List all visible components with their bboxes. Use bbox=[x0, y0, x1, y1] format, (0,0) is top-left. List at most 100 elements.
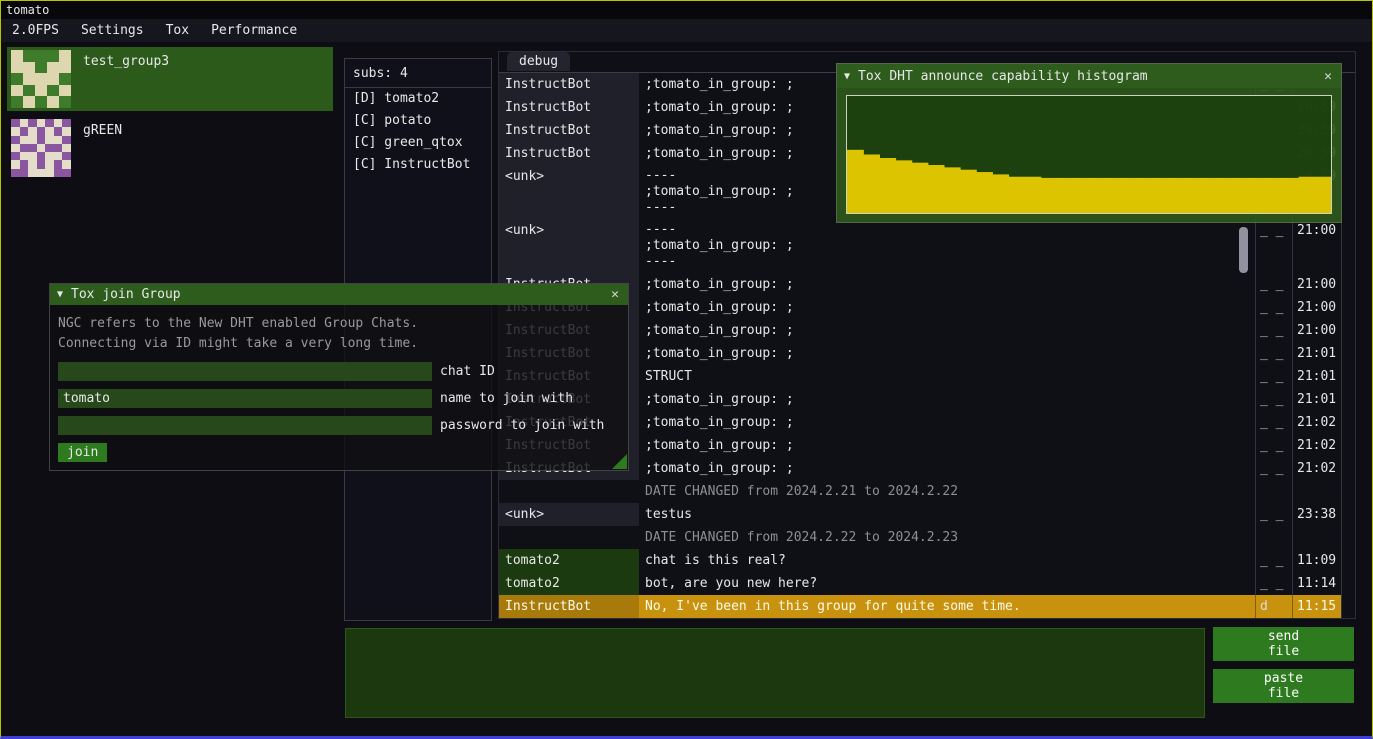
group-avatar bbox=[11, 50, 71, 108]
tab-debug[interactable]: debug bbox=[507, 52, 570, 71]
menu-item-performance[interactable]: Performance bbox=[200, 19, 308, 42]
menu-item-settings[interactable]: Settings bbox=[70, 19, 155, 42]
member-item[interactable]: [D] tomato2 bbox=[345, 88, 491, 110]
field-label: chat ID bbox=[440, 364, 495, 379]
message-row[interactable]: tomato2chat is this real?_ _11:09 bbox=[499, 549, 1341, 572]
message-text: chat is this real? bbox=[639, 549, 1255, 572]
close-icon[interactable]: ✕ bbox=[1322, 69, 1334, 84]
message-author: tomato2 bbox=[499, 549, 639, 572]
collapse-icon[interactable]: ▼ bbox=[844, 71, 850, 82]
message-author: <unk> bbox=[499, 165, 639, 219]
message-time: 11:09 bbox=[1292, 549, 1341, 572]
histogram-window-titlebar[interactable]: ▼ Tox DHT announce capability histogram … bbox=[837, 64, 1341, 88]
histogram-window-title: Tox DHT announce capability histogram bbox=[858, 69, 1322, 84]
message-time: 21:02 bbox=[1292, 411, 1341, 434]
message-author: InstructBot bbox=[499, 119, 639, 142]
join-button[interactable]: join bbox=[58, 443, 107, 462]
message-status: _ _ bbox=[1255, 411, 1292, 434]
join-info-line: NGC refers to the New DHT enabled Group … bbox=[58, 314, 620, 334]
message-status: _ _ bbox=[1255, 365, 1292, 388]
message-time: 21:02 bbox=[1292, 457, 1341, 480]
message-time: 21:00 bbox=[1292, 273, 1341, 296]
message-time: 21:00 bbox=[1292, 219, 1341, 273]
message-status: _ _ bbox=[1255, 273, 1292, 296]
message-text: No, I've been in this group for quite so… bbox=[639, 595, 1255, 618]
subs-header: subs: 4 bbox=[345, 59, 491, 87]
message-text: ;tomato_in_group: ; bbox=[639, 457, 1255, 480]
menu-bar: 2.0FPSSettingsToxPerformance bbox=[1, 19, 1372, 42]
message-time: 21:01 bbox=[1292, 342, 1341, 365]
message-status: _ _ bbox=[1255, 342, 1292, 365]
group-list: test_group3 gREEN bbox=[7, 47, 333, 185]
message-status: d bbox=[1255, 595, 1292, 618]
message-author: InstructBot bbox=[499, 595, 639, 618]
window-titlebar: tomato bbox=[1, 1, 1372, 19]
message-author: <unk> bbox=[499, 219, 639, 273]
message-row[interactable]: <unk>testus_ _23:38 bbox=[499, 503, 1341, 526]
chat-scrollbar-thumb[interactable] bbox=[1239, 227, 1248, 273]
date-separator-row[interactable]: DATE CHANGED from 2024.2.22 to 2024.2.23 bbox=[499, 526, 1341, 549]
message-author bbox=[499, 526, 639, 549]
message-status bbox=[1255, 526, 1292, 549]
message-text: ;tomato_in_group: ; bbox=[639, 434, 1255, 457]
histogram-plot bbox=[846, 95, 1332, 214]
message-input[interactable] bbox=[345, 628, 1205, 718]
message-row[interactable]: InstructBotNo, I've been in this group f… bbox=[499, 595, 1341, 618]
message-status bbox=[1255, 480, 1292, 503]
message-text: ;tomato_in_group: ; bbox=[639, 388, 1255, 411]
join-window-titlebar[interactable]: ▼ Tox join Group ✕ bbox=[50, 284, 628, 305]
paste-file-button[interactable]: paste file bbox=[1213, 669, 1354, 703]
message-time: 21:00 bbox=[1292, 319, 1341, 342]
message-time bbox=[1292, 480, 1341, 503]
message-time bbox=[1292, 526, 1341, 549]
join-field-row: name to join with bbox=[58, 389, 620, 408]
group-name: gREEN bbox=[83, 123, 122, 138]
date-separator-row[interactable]: DATE CHANGED from 2024.2.21 to 2024.2.22 bbox=[499, 480, 1341, 503]
group-item-test_group3[interactable]: test_group3 bbox=[7, 47, 333, 111]
join-field-row: chat ID bbox=[58, 362, 620, 381]
message-author: InstructBot bbox=[499, 73, 639, 96]
menu-item-tox[interactable]: Tox bbox=[155, 19, 200, 42]
group-item-gREEN[interactable]: gREEN bbox=[7, 116, 333, 180]
join-info: NGC refers to the New DHT enabled Group … bbox=[58, 314, 620, 354]
message-text: ;tomato_in_group: ; bbox=[639, 411, 1255, 434]
app-window: tomato 2.0FPSSettingsToxPerformance test… bbox=[0, 0, 1373, 739]
password-to-join-with-input[interactable] bbox=[58, 416, 432, 435]
message-text: ;tomato_in_group: ; bbox=[639, 296, 1255, 319]
message-time: 21:00 bbox=[1292, 296, 1341, 319]
join-group-window: ▼ Tox join Group ✕ NGC refers to the New… bbox=[49, 283, 629, 471]
member-item[interactable]: [C] green_qtox bbox=[345, 132, 491, 154]
message-author: InstructBot bbox=[499, 142, 639, 165]
join-fields: chat ID name to join with password to join… bbox=[58, 362, 620, 435]
field-label: name to join with bbox=[440, 391, 573, 406]
collapse-icon[interactable]: ▼ bbox=[57, 289, 63, 300]
member-list: [D] tomato2[C] potato[C] green_qtox[C] I… bbox=[345, 88, 491, 176]
message-row[interactable]: tomato2bot, are you new here?_ _11:14 bbox=[499, 572, 1341, 595]
histogram-plot-svg bbox=[847, 96, 1331, 213]
send-file-button[interactable]: send file bbox=[1213, 627, 1354, 661]
member-item[interactable]: [C] potato bbox=[345, 110, 491, 132]
join-field-row: password to join with bbox=[58, 416, 620, 435]
message-text: ---- ;tomato_in_group: ; ---- bbox=[639, 219, 1255, 273]
group-avatar bbox=[11, 119, 71, 177]
message-status: _ _ bbox=[1255, 457, 1292, 480]
message-status: _ _ bbox=[1255, 434, 1292, 457]
close-icon[interactable]: ✕ bbox=[609, 287, 621, 302]
date-changed-text: DATE CHANGED from 2024.2.22 to 2024.2.23 bbox=[639, 526, 1255, 549]
message-status: _ _ bbox=[1255, 219, 1292, 273]
message-time: 11:14 bbox=[1292, 572, 1341, 595]
message-status: _ _ bbox=[1255, 503, 1292, 526]
message-time: 23:38 bbox=[1292, 503, 1341, 526]
member-item[interactable]: [C] InstructBot bbox=[345, 154, 491, 176]
message-text: bot, are you new here? bbox=[639, 572, 1255, 595]
chat-id-input[interactable] bbox=[58, 362, 432, 381]
message-row[interactable]: <unk>---- ;tomato_in_group: ; ----_ _21:… bbox=[499, 219, 1341, 273]
menu-item-20fps[interactable]: 2.0FPS bbox=[1, 19, 70, 42]
name-to-join-with-input[interactable] bbox=[58, 389, 432, 408]
dht-histogram-window: ▼ Tox DHT announce capability histogram … bbox=[836, 63, 1342, 223]
message-status: _ _ bbox=[1255, 549, 1292, 572]
resize-grip[interactable] bbox=[612, 454, 627, 469]
message-time: 21:02 bbox=[1292, 434, 1341, 457]
message-author: <unk> bbox=[499, 503, 639, 526]
message-status: _ _ bbox=[1255, 296, 1292, 319]
